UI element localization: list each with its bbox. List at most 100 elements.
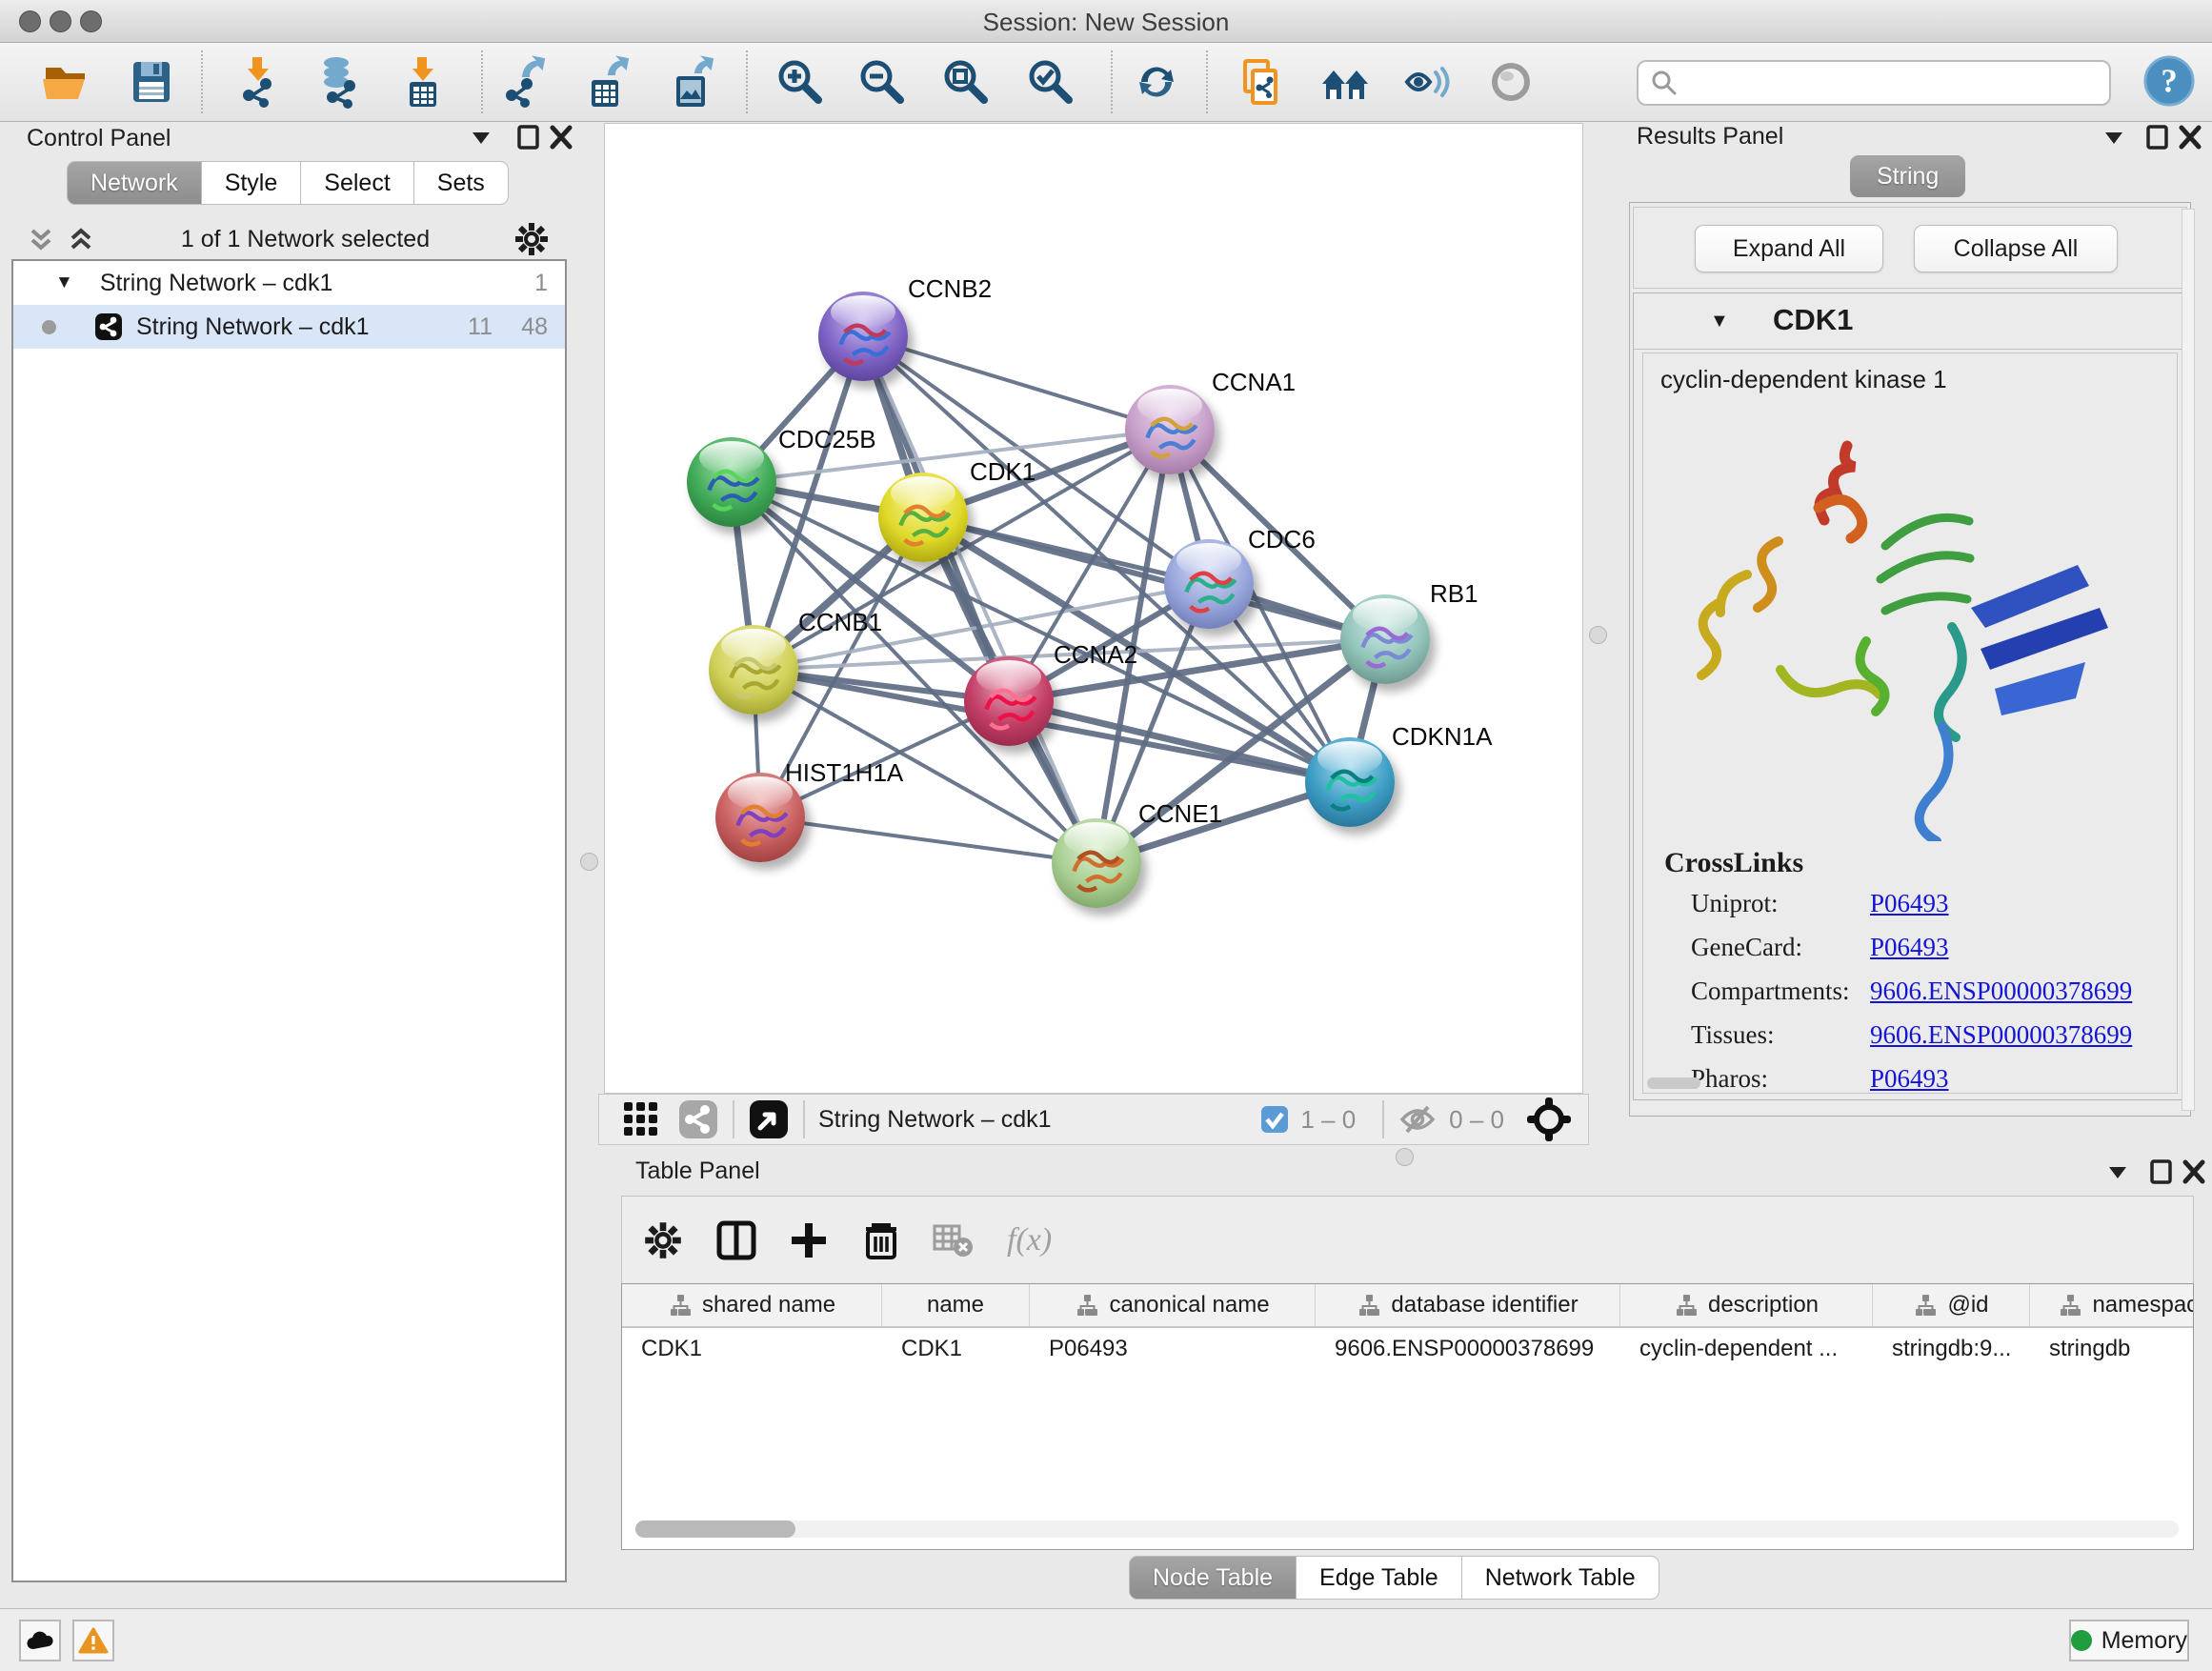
tree-expand-icon[interactable]: ▼ (55, 272, 73, 293)
network-row-selected[interactable]: String Network – cdk1 11 48 (13, 305, 565, 349)
crosslink-link[interactable]: P06493 (1870, 889, 1949, 918)
node-CCNA2[interactable] (964, 656, 1054, 746)
network-options-gear-icon[interactable] (513, 221, 550, 257)
results-hscroll-thumb[interactable] (1647, 1077, 1700, 1089)
tab-string[interactable]: String (1850, 155, 1965, 197)
column-header-@id[interactable]: @id (1873, 1284, 2030, 1326)
zoom-in-icon[interactable] (774, 55, 827, 109)
gene-section-header[interactable]: ▼ CDK1 (1634, 293, 2186, 350)
node-RB1[interactable] (1340, 594, 1430, 684)
export-network-icon[interactable] (498, 55, 552, 109)
control-panel-maximize-icon[interactable] (512, 123, 544, 151)
zoom-out-icon[interactable] (855, 55, 909, 109)
tab-edge-table[interactable]: Edge Table (1297, 1556, 1462, 1600)
zoom-selected-icon[interactable] (1024, 55, 1077, 109)
results-panel-maximize-icon[interactable] (2141, 123, 2173, 151)
crosslink-link[interactable]: P06493 (1870, 933, 1949, 962)
network-share-view-icon[interactable] (677, 1098, 719, 1140)
table-cell[interactable]: stringdb:9... (1873, 1328, 2030, 1370)
node-CDC25B[interactable] (687, 437, 776, 527)
clone-network-icon[interactable] (1234, 55, 1287, 109)
edge-CCNE1-HIST1H1A[interactable] (760, 817, 1096, 863)
crosslink-link[interactable]: 9606.ENSP00000378699 (1870, 1020, 2132, 1050)
column-header-canonical-name[interactable]: canonical name (1030, 1284, 1316, 1326)
node-CDC6[interactable] (1164, 539, 1254, 629)
cloud-button[interactable] (19, 1620, 61, 1661)
open-in-window-icon[interactable] (748, 1098, 790, 1140)
add-column-icon[interactable] (788, 1219, 830, 1261)
home-icon[interactable] (1318, 55, 1372, 109)
memory-button[interactable]: Memory (2069, 1620, 2189, 1661)
open-session-icon[interactable] (40, 55, 93, 109)
table-cell[interactable]: P06493 (1030, 1328, 1316, 1370)
import-network-icon[interactable] (231, 55, 285, 109)
export-image-icon[interactable] (665, 55, 718, 109)
table-settings-gear-icon[interactable] (643, 1220, 683, 1260)
help-icon[interactable]: ? (2143, 55, 2195, 107)
table-panel-maximize-icon[interactable] (2144, 1158, 2177, 1186)
node-CCNB2[interactable] (818, 292, 908, 381)
column-header-name[interactable]: name (882, 1284, 1030, 1326)
collapse-all-icon[interactable] (25, 223, 57, 255)
gene-collapse-icon[interactable]: ▼ (1710, 311, 1729, 332)
table-hscrollbar[interactable] (635, 1520, 2179, 1538)
collapse-all-button[interactable]: Collapse All (1914, 225, 2118, 272)
crosslink-link[interactable]: 9606.ENSP00000378699 (1870, 976, 2132, 1006)
right-splitter-handle[interactable] (1589, 626, 1607, 644)
column-header-shared-name[interactable]: shared name (622, 1284, 882, 1326)
table-cell[interactable]: cyclin-dependent ... (1620, 1328, 1873, 1370)
search-input[interactable] (1686, 65, 2109, 101)
column-header-database-identifier[interactable]: database identifier (1316, 1284, 1620, 1326)
left-splitter-handle[interactable] (580, 853, 598, 871)
show-columns-icon[interactable] (715, 1219, 757, 1261)
import-table-icon[interactable] (396, 55, 450, 109)
network-canvas[interactable]: CCNB2CCNA1CDC25BCDK1CDC6RB1CCNB1CCNA2CDK… (604, 123, 1583, 1094)
import-database-icon[interactable] (312, 55, 365, 109)
network-collection-row[interactable]: ▼ String Network – cdk1 1 (13, 261, 565, 305)
node-CDKN1A[interactable] (1305, 737, 1395, 827)
tab-select[interactable]: Select (301, 161, 413, 205)
node-CCNB1[interactable] (709, 625, 798, 715)
eye-icon[interactable] (1484, 55, 1538, 109)
hidden-eye-slash-icon[interactable] (1398, 1099, 1438, 1139)
crosslink-link[interactable]: P06493 (1870, 1064, 1949, 1094)
control-panel-float-icon[interactable] (465, 123, 497, 151)
table-cell[interactable]: CDK1 (882, 1328, 1030, 1370)
warning-button[interactable] (72, 1620, 114, 1661)
table-cell[interactable]: 9606.ENSP00000378699 (1316, 1328, 1620, 1370)
results-panel-close-icon[interactable] (2174, 123, 2206, 151)
control-panel-close-icon[interactable] (545, 123, 577, 151)
show-hide-graphics-details-icon[interactable] (1401, 55, 1455, 109)
column-header-namespace[interactable]: namespace (2030, 1284, 2194, 1326)
table-panel-close-icon[interactable] (2178, 1158, 2210, 1186)
selected-checkbox-icon[interactable] (1260, 1105, 1289, 1134)
edge-CCNB2-CCNA1[interactable] (863, 336, 1170, 430)
tab-style[interactable]: Style (202, 161, 302, 205)
node-CCNE1[interactable] (1052, 818, 1141, 908)
tab-node-table[interactable]: Node Table (1129, 1556, 1297, 1600)
expand-all-icon[interactable] (65, 223, 97, 255)
table-row[interactable]: CDK1CDK1P064939606.ENSP00000378699cyclin… (622, 1328, 2193, 1370)
birds-eye-view-icon[interactable] (1525, 1096, 1573, 1143)
grid-view-icon[interactable] (620, 1098, 662, 1140)
tab-network-table[interactable]: Network Table (1462, 1556, 1659, 1600)
refresh-icon[interactable] (1130, 55, 1183, 109)
zoom-fit-icon[interactable] (939, 55, 993, 109)
table-hscrollbar-thumb[interactable] (635, 1520, 795, 1538)
save-session-icon[interactable] (125, 55, 178, 109)
tab-sets[interactable]: Sets (414, 161, 509, 205)
table-cell[interactable]: stringdb (2030, 1328, 2194, 1370)
function-builder-icon[interactable]: f(x) (1007, 1222, 1052, 1258)
delete-table-icon[interactable] (931, 1218, 975, 1262)
node-CCNA1[interactable] (1125, 385, 1215, 474)
results-scrollbar-track[interactable] (2182, 209, 2195, 1111)
export-table-icon[interactable] (580, 55, 633, 109)
tab-network[interactable]: Network (67, 161, 202, 205)
column-header-description[interactable]: description (1620, 1284, 1873, 1326)
delete-column-icon[interactable] (860, 1219, 902, 1261)
node-CDK1[interactable] (878, 473, 968, 562)
expand-all-button[interactable]: Expand All (1695, 225, 1883, 272)
table-panel-float-icon[interactable] (2101, 1158, 2134, 1186)
table-cell[interactable]: CDK1 (622, 1328, 882, 1370)
results-panel-float-icon[interactable] (2098, 123, 2130, 151)
